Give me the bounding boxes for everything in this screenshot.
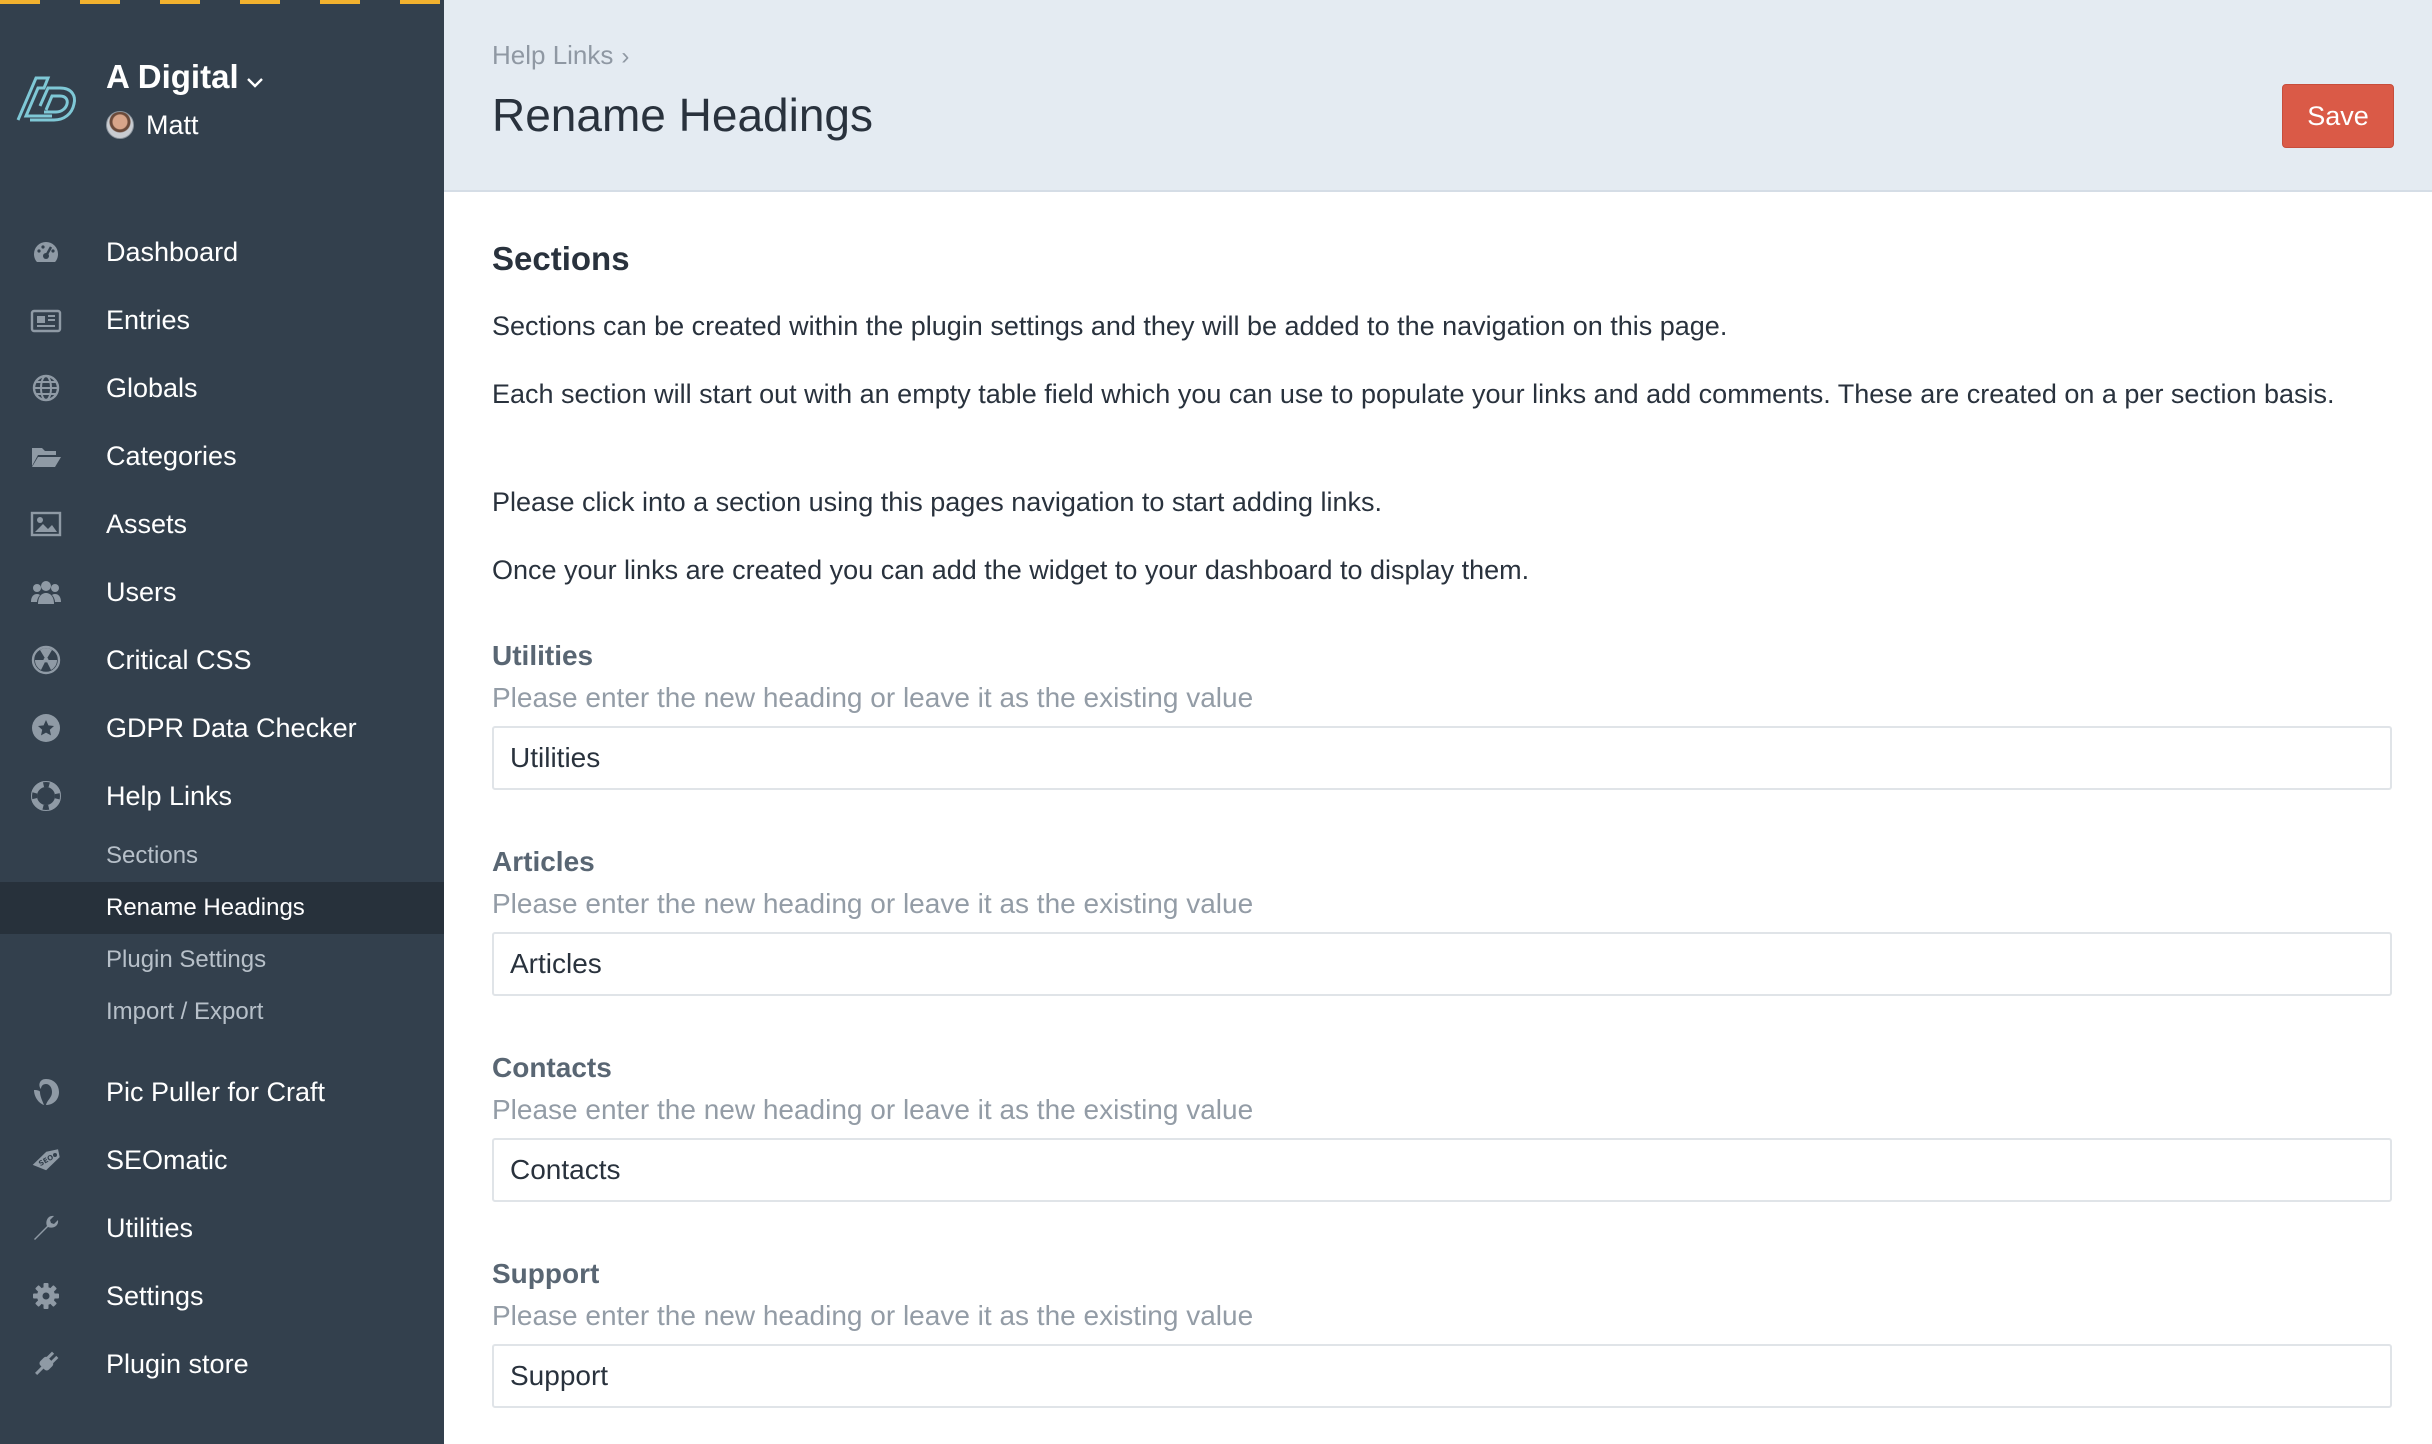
nav-item-pic-puller[interactable]: Pic Puller for Craft: [0, 1064, 444, 1120]
nav-label: Settings: [106, 1280, 204, 1311]
subnav-label: Sections: [106, 842, 199, 869]
sidebar: A Digital Matt Dashboard Entries Globals…: [0, 0, 444, 1444]
nav-label: SEOmatic: [106, 1144, 228, 1175]
field-label: Contacts: [492, 1052, 612, 1083]
breadcrumb: Help Links ›: [492, 40, 629, 71]
nav-item-help-links[interactable]: Help Links: [0, 768, 444, 824]
intro-paragraph: Once your links are created you can add …: [492, 555, 1530, 585]
plug-icon: [30, 1348, 62, 1380]
field-instructions: Please enter the new heading or leave it…: [492, 1300, 1254, 1331]
field-support: Support Please enter the new heading or …: [492, 1258, 2396, 1418]
main-content: Sections Sections can be created within …: [444, 194, 2432, 1444]
avatar: [106, 111, 134, 139]
globe-icon: [30, 372, 62, 404]
gear-icon: [30, 1280, 62, 1312]
warning-stripe: [0, 0, 444, 4]
nav-item-dashboard[interactable]: Dashboard: [0, 224, 444, 280]
lifebuoy-icon: [30, 780, 62, 812]
nav-label: Utilities: [106, 1212, 194, 1243]
site-name: A Digital: [106, 58, 239, 95]
image-icon: [30, 508, 62, 540]
subnav-item-sections[interactable]: Sections: [0, 830, 444, 882]
intro-paragraph: Please click into a section using this p…: [492, 487, 1383, 517]
nav-item-globals[interactable]: Globals: [0, 360, 444, 416]
nav-label: Assets: [106, 508, 188, 539]
wrench-icon: [30, 1212, 62, 1244]
subnav-item-plugin-settings[interactable]: Plugin Settings: [0, 934, 444, 986]
save-button[interactable]: Save: [2282, 84, 2394, 148]
nav-label: Globals: [106, 372, 198, 403]
subnav-label: Import / Export: [106, 998, 264, 1025]
users-icon: [30, 576, 62, 608]
contacts-heading-input[interactable]: [492, 1138, 2392, 1202]
nav-label: Plugin store: [106, 1348, 249, 1379]
nav-item-users[interactable]: Users: [0, 564, 444, 620]
page-title: Rename Headings: [492, 89, 874, 141]
field-label: Articles: [492, 846, 595, 877]
nav-label: GDPR Data Checker: [106, 712, 357, 743]
user-name: Matt: [146, 109, 199, 140]
nav-label: Entries: [106, 304, 191, 335]
field-articles: Articles Please enter the new heading or…: [492, 846, 2396, 1006]
support-heading-input[interactable]: [492, 1344, 2392, 1408]
page-header: Help Links › Rename Headings Save: [444, 0, 2432, 192]
entries-icon: [30, 304, 62, 336]
user-menu[interactable]: Matt: [106, 108, 199, 142]
radiation-icon: [30, 644, 62, 676]
field-instructions: Please enter the new heading or leave it…: [492, 1094, 1254, 1125]
nav-label: Users: [106, 576, 177, 607]
star-badge-icon: [30, 712, 62, 744]
nav-item-settings[interactable]: Settings: [0, 1268, 444, 1324]
section-heading: Sections: [492, 240, 630, 277]
folder-icon: [30, 440, 62, 472]
nav-item-gdpr-data-checker[interactable]: GDPR Data Checker: [0, 700, 444, 756]
subnav-label: Plugin Settings: [106, 946, 267, 973]
nav-item-categories[interactable]: Categories: [0, 428, 444, 484]
subnav-item-import-export[interactable]: Import / Export: [0, 986, 444, 1038]
field-instructions: Please enter the new heading or leave it…: [492, 888, 1254, 919]
nav-item-utilities[interactable]: Utilities: [0, 1200, 444, 1256]
nav-item-critical-css[interactable]: Critical CSS: [0, 632, 444, 688]
articles-heading-input[interactable]: [492, 932, 2392, 996]
nav-label: Categories: [106, 440, 237, 471]
subnav-item-rename-headings[interactable]: Rename Headings: [0, 882, 444, 934]
intro-paragraph: Each section will start out with an empt…: [492, 379, 2335, 409]
field-instructions: Please enter the new heading or leave it…: [492, 682, 1254, 713]
nav-label: Pic Puller for Craft: [106, 1076, 326, 1107]
field-contacts: Contacts Please enter the new heading or…: [492, 1052, 2396, 1212]
nav-label: Dashboard: [106, 236, 239, 267]
field-label: Support: [492, 1258, 600, 1289]
pic-puller-icon: [30, 1076, 62, 1108]
dashboard-icon: [30, 236, 62, 268]
breadcrumb-link-help-links[interactable]: Help Links: [492, 40, 613, 70]
field-utilities: Utilities Please enter the new heading o…: [492, 640, 2396, 800]
subnav-label: Rename Headings: [106, 894, 305, 921]
nav-item-entries[interactable]: Entries: [0, 292, 444, 348]
nav-item-plugin-store[interactable]: Plugin store: [0, 1336, 444, 1392]
seo-tag-icon: SEO: [30, 1144, 62, 1176]
nav-item-assets[interactable]: Assets: [0, 496, 444, 552]
field-label: Utilities: [492, 640, 594, 671]
intro-paragraph: Sections can be created within the plugi…: [492, 311, 1728, 341]
chevron-down-icon: [245, 60, 265, 98]
nav-item-seomatic[interactable]: SEO SEOmatic: [0, 1132, 444, 1188]
nav-label: Critical CSS: [106, 644, 252, 675]
site-logo-icon: [14, 70, 80, 126]
breadcrumb-separator: ›: [621, 43, 630, 70]
nav-label: Help Links: [106, 780, 233, 811]
site-name-menu[interactable]: A Digital: [106, 58, 265, 98]
site-switcher: A Digital Matt: [14, 56, 434, 146]
utilities-heading-input[interactable]: [492, 726, 2392, 790]
